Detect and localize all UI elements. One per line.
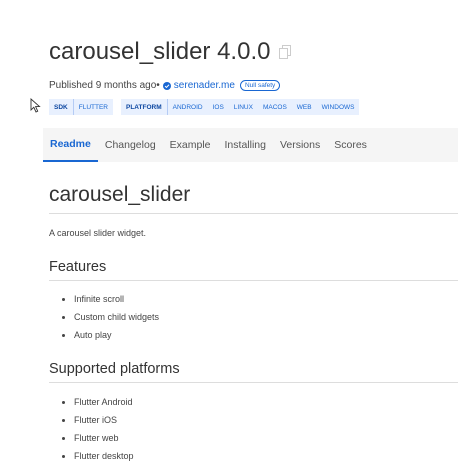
tab-installing[interactable]: Installing: [218, 128, 273, 162]
list-item: Flutter desktop: [62, 447, 134, 465]
features-list: Infinite scroll Custom child widgets Aut…: [62, 290, 159, 344]
platforms-heading: Supported platforms: [49, 361, 180, 377]
sdk-tag-flutter[interactable]: FLUTTER: [72, 99, 113, 115]
tab-versions[interactable]: Versions: [273, 128, 327, 162]
publish-info: Published 9 months ago• serenader.me Nul…: [49, 80, 281, 91]
tab-changelog[interactable]: Changelog: [98, 128, 163, 162]
list-item: Flutter iOS: [62, 411, 134, 429]
readme-heading: carousel_slider: [49, 183, 191, 206]
heading-divider: [49, 213, 458, 214]
feature-text: Infinite scroll: [74, 294, 125, 304]
bullet: [62, 315, 65, 319]
platform-text: Flutter Android: [74, 397, 133, 407]
list-item: Flutter web: [62, 429, 134, 447]
platforms-list: Flutter Android Flutter iOS Flutter web …: [62, 393, 134, 465]
platform-tag-macos[interactable]: MACOS: [258, 99, 292, 115]
mouse-pointer-icon: [30, 98, 41, 113]
platform-text: Flutter iOS: [74, 415, 118, 425]
list-item: Infinite scroll: [62, 290, 159, 308]
package-title: carousel_slider 4.0.0: [49, 38, 271, 65]
verified-publisher-icon: [162, 81, 171, 90]
list-item: Auto play: [62, 326, 159, 344]
bullet: [62, 418, 65, 422]
publisher-link[interactable]: serenader.me: [174, 80, 235, 91]
features-divider: [49, 280, 458, 281]
bullet: [62, 454, 65, 458]
list-item: Custom child widgets: [62, 308, 159, 326]
platform-tag-windows[interactable]: WINDOWS: [317, 99, 360, 115]
platform-tag-linux[interactable]: LINUX: [229, 99, 258, 115]
sdk-tag-label[interactable]: SDK: [49, 99, 73, 115]
list-item: Flutter Android: [62, 393, 134, 411]
platform-tag-label[interactable]: PLATFORM: [121, 99, 167, 115]
bullet: [62, 297, 65, 301]
platform-tag-web[interactable]: WEB: [292, 99, 317, 115]
tag-group-gap: [112, 99, 121, 115]
bullet: [62, 333, 65, 337]
feature-text: Custom child widgets: [74, 312, 160, 322]
tab-readme[interactable]: Readme: [43, 128, 98, 162]
feature-text: Auto play: [74, 330, 112, 340]
tag-row: SDK FLUTTER PLATFORM ANDROID IOS LINUX M…: [49, 99, 360, 115]
copy-icon[interactable]: [279, 45, 291, 59]
published-text: Published 9 months ago•: [49, 80, 160, 91]
tab-example[interactable]: Example: [163, 128, 218, 162]
platform-tag-ios[interactable]: IOS: [208, 99, 229, 115]
platform-text: Flutter web: [74, 433, 119, 443]
features-heading: Features: [49, 259, 107, 275]
null-safety-badge[interactable]: Null safety: [239, 80, 281, 91]
tab-scores[interactable]: Scores: [327, 128, 374, 162]
bullet: [62, 400, 65, 404]
platforms-divider: [49, 382, 458, 383]
platform-text: Flutter desktop: [74, 451, 134, 461]
bullet: [62, 436, 65, 440]
readme-description: A carousel slider widget.: [49, 228, 147, 238]
detail-tabs: Readme Changelog Example Installing Vers…: [43, 128, 458, 162]
platform-tag-android[interactable]: ANDROID: [166, 99, 208, 115]
